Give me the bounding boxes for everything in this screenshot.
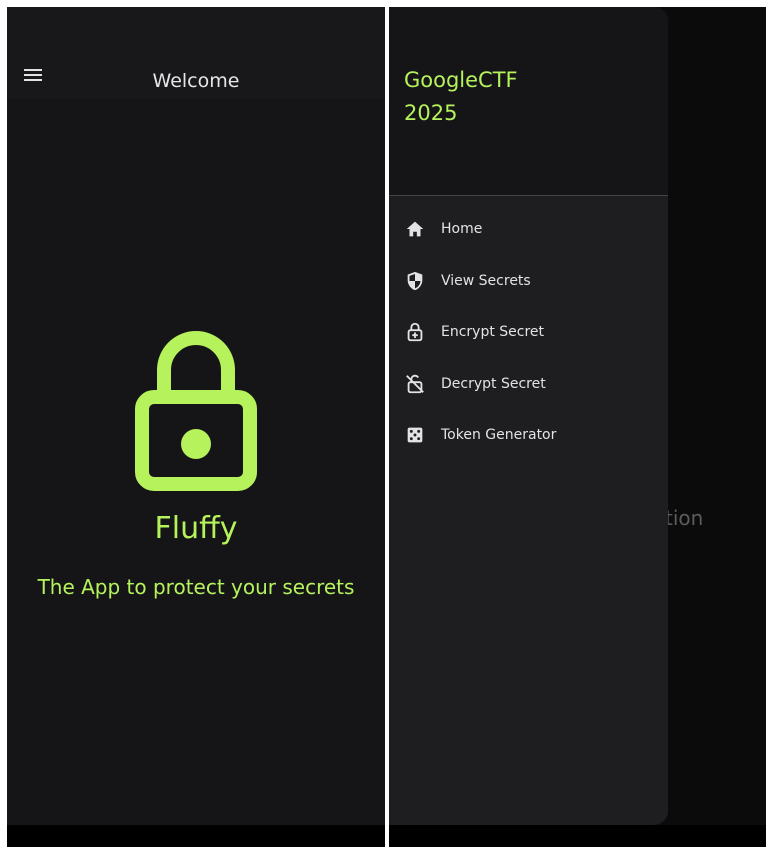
drawer-item-view-secrets[interactable]: View Secrets (389, 255, 668, 307)
welcome-screen: Welcome Fluffy The App to protect your s… (7, 7, 385, 825)
drawer-item-label: Encrypt Secret (441, 324, 545, 340)
shield-icon (407, 271, 423, 290)
navigation-drawer: GoogleCTF 2025 Home View Secrets Encrypt… (389, 7, 668, 825)
drawer-item-encrypt-secret[interactable]: Encrypt Secret (389, 306, 668, 358)
drawer-item-label: Decrypt Secret (441, 375, 546, 392)
drawer-item-token-generator[interactable]: Token Generator (389, 409, 668, 461)
drawer-item-label: View Secrets (441, 272, 531, 289)
app-bar: Welcome (7, 7, 385, 99)
app-bar-title: Welcome (152, 70, 240, 92)
drawer-screen: tion GoogleCTF 2025 Home View Secrets En… (389, 7, 766, 825)
drawer-item-decrypt-secret[interactable]: Decrypt Secret (389, 358, 668, 410)
drawer-item-label: Token Generator (441, 427, 557, 443)
drawer-item-home[interactable]: Home (389, 203, 668, 255)
app-tagline: The App to protect your secrets (37, 575, 355, 599)
background-text: tion (665, 506, 704, 530)
lock-off-icon (406, 374, 424, 393)
system-navigation-bar (389, 825, 766, 847)
drawer-title-line-2: 2025 (404, 101, 458, 125)
drawer-title: GoogleCTF 2025 (404, 64, 604, 130)
lock-plus-icon (407, 322, 423, 342)
dice-icon (407, 427, 423, 443)
system-navigation-bar (7, 825, 385, 847)
drawer-header: GoogleCTF 2025 (389, 7, 668, 196)
home-icon (406, 221, 424, 237)
drawer-item-label: Home (441, 221, 483, 237)
drawer-title-line-1: GoogleCTF (404, 68, 518, 92)
drawer-menu: Home View Secrets Encrypt Secret Decrypt… (389, 203, 668, 461)
app-name: Fluffy (154, 511, 238, 546)
lock-icon (135, 331, 257, 491)
